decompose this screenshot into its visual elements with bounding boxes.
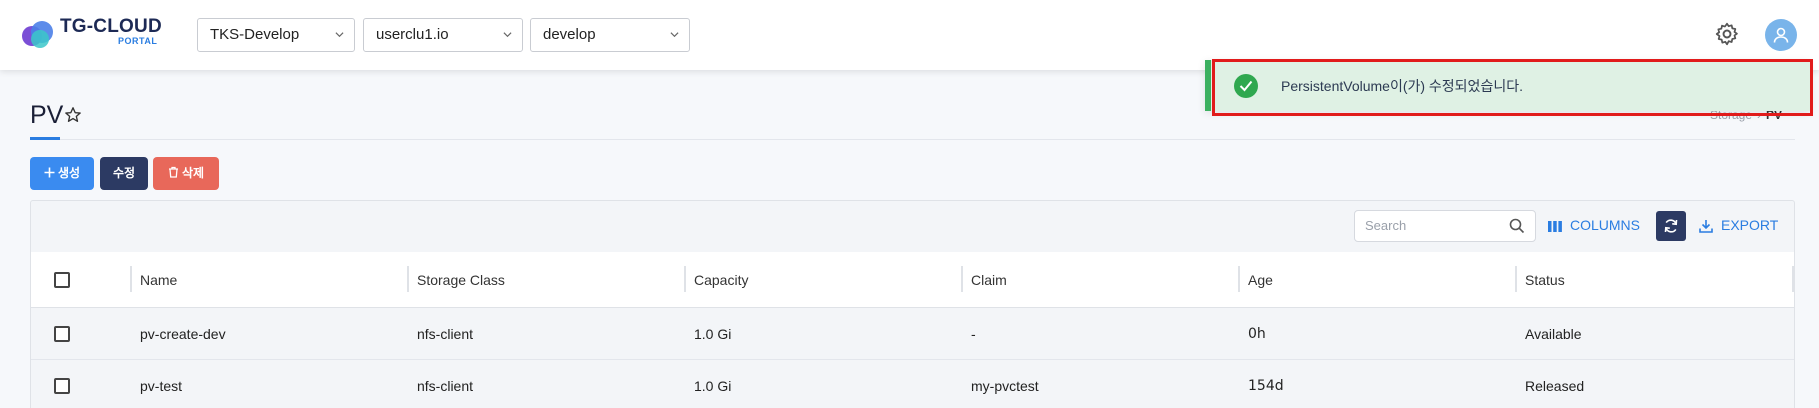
project-select-value: TKS-Develop [210, 26, 300, 43]
cloud-logo-icon [22, 21, 53, 48]
cluster-select[interactable]: userclu1.io [363, 18, 523, 52]
column-header-age[interactable]: Age [1248, 252, 1273, 307]
search-icon [1509, 218, 1525, 234]
table-header: Name Storage Class Capacity Claim Age St… [31, 252, 1794, 308]
trash-icon [168, 166, 178, 178]
select-all-checkbox[interactable] [54, 272, 70, 288]
cell-name: pv-create-dev [140, 325, 226, 342]
highlight-frame [1212, 59, 1813, 116]
download-icon [1699, 220, 1713, 233]
columns-button[interactable]: COLUMNS [1548, 214, 1640, 236]
column-header-capacity[interactable]: Capacity [694, 252, 748, 307]
cell-storage-class: nfs-client [417, 325, 474, 342]
refresh-icon [1664, 219, 1678, 233]
project-select[interactable]: TKS-Develop [197, 18, 355, 52]
namespace-select[interactable]: develop [530, 18, 690, 52]
title-underline [30, 137, 60, 140]
page-title: PV [30, 101, 64, 129]
delete-button[interactable]: 삭제 [153, 157, 219, 190]
logo-title: TG-CLOUD [60, 16, 162, 37]
cell-claim: my-pvctest [971, 377, 1039, 394]
cell-status: Released [1525, 377, 1585, 394]
logo-subtitle: PORTAL [118, 36, 158, 46]
row-checkbox[interactable] [54, 378, 70, 394]
cluster-select-value: userclu1.io [376, 26, 449, 43]
title-divider [30, 139, 1795, 140]
cell-status: Available [1525, 325, 1582, 342]
user-avatar[interactable] [1765, 19, 1797, 51]
chevron-down-icon [503, 32, 512, 38]
create-button[interactable]: 생성 [30, 157, 94, 190]
gear-icon[interactable] [1714, 21, 1740, 47]
cell-name: pv-test [140, 377, 183, 394]
edit-button[interactable]: 수정 [100, 157, 148, 190]
column-header-storage-class[interactable]: Storage Class [417, 252, 505, 307]
cell-storage-class: nfs-client [417, 377, 474, 394]
column-resizer[interactable] [130, 266, 132, 292]
table-row[interactable]: pv-create-dev nfs-client 1.0 Gi - 0h Ava… [31, 308, 1794, 360]
column-resizer[interactable] [1515, 266, 1517, 292]
cell-claim: - [971, 325, 976, 342]
cell-age: 154d [1248, 377, 1284, 394]
column-resizer[interactable] [1238, 266, 1240, 292]
chevron-down-icon [670, 32, 679, 38]
column-resizer[interactable] [684, 266, 686, 292]
namespace-select-value: develop [543, 26, 596, 43]
search-input[interactable]: Search [1354, 210, 1536, 242]
row-checkbox[interactable] [54, 326, 70, 342]
table-row[interactable]: pv-test nfs-client 1.0 Gi my-pvctest 154… [31, 360, 1794, 408]
cell-capacity: 1.0 Gi [694, 377, 732, 394]
column-header-claim[interactable]: Claim [971, 252, 1007, 307]
delete-button-label: 삭제 [181, 166, 205, 180]
refresh-button[interactable] [1656, 211, 1686, 241]
columns-icon [1548, 221, 1562, 232]
cell-capacity: 1.0 Gi [694, 325, 732, 342]
export-button[interactable]: EXPORT [1699, 214, 1778, 236]
columns-button-label: COLUMNS [1570, 217, 1641, 233]
search-placeholder: Search [1365, 218, 1407, 233]
star-icon[interactable] [64, 106, 82, 124]
user-icon [1773, 27, 1789, 43]
app-logo[interactable]: TG-CLOUD PORTAL [20, 16, 170, 56]
column-header-name[interactable]: Name [140, 252, 177, 307]
column-resizer[interactable] [961, 266, 963, 292]
export-button-label: EXPORT [1721, 217, 1779, 233]
column-header-status[interactable]: Status [1525, 252, 1565, 307]
column-resizer[interactable] [407, 266, 409, 292]
cell-age: 0h [1248, 325, 1266, 342]
edit-button-label: 수정 [112, 166, 136, 180]
column-resizer[interactable] [1792, 266, 1794, 292]
plus-icon [44, 167, 55, 178]
chevron-down-icon [335, 32, 344, 38]
create-button-label: 생성 [57, 166, 81, 180]
